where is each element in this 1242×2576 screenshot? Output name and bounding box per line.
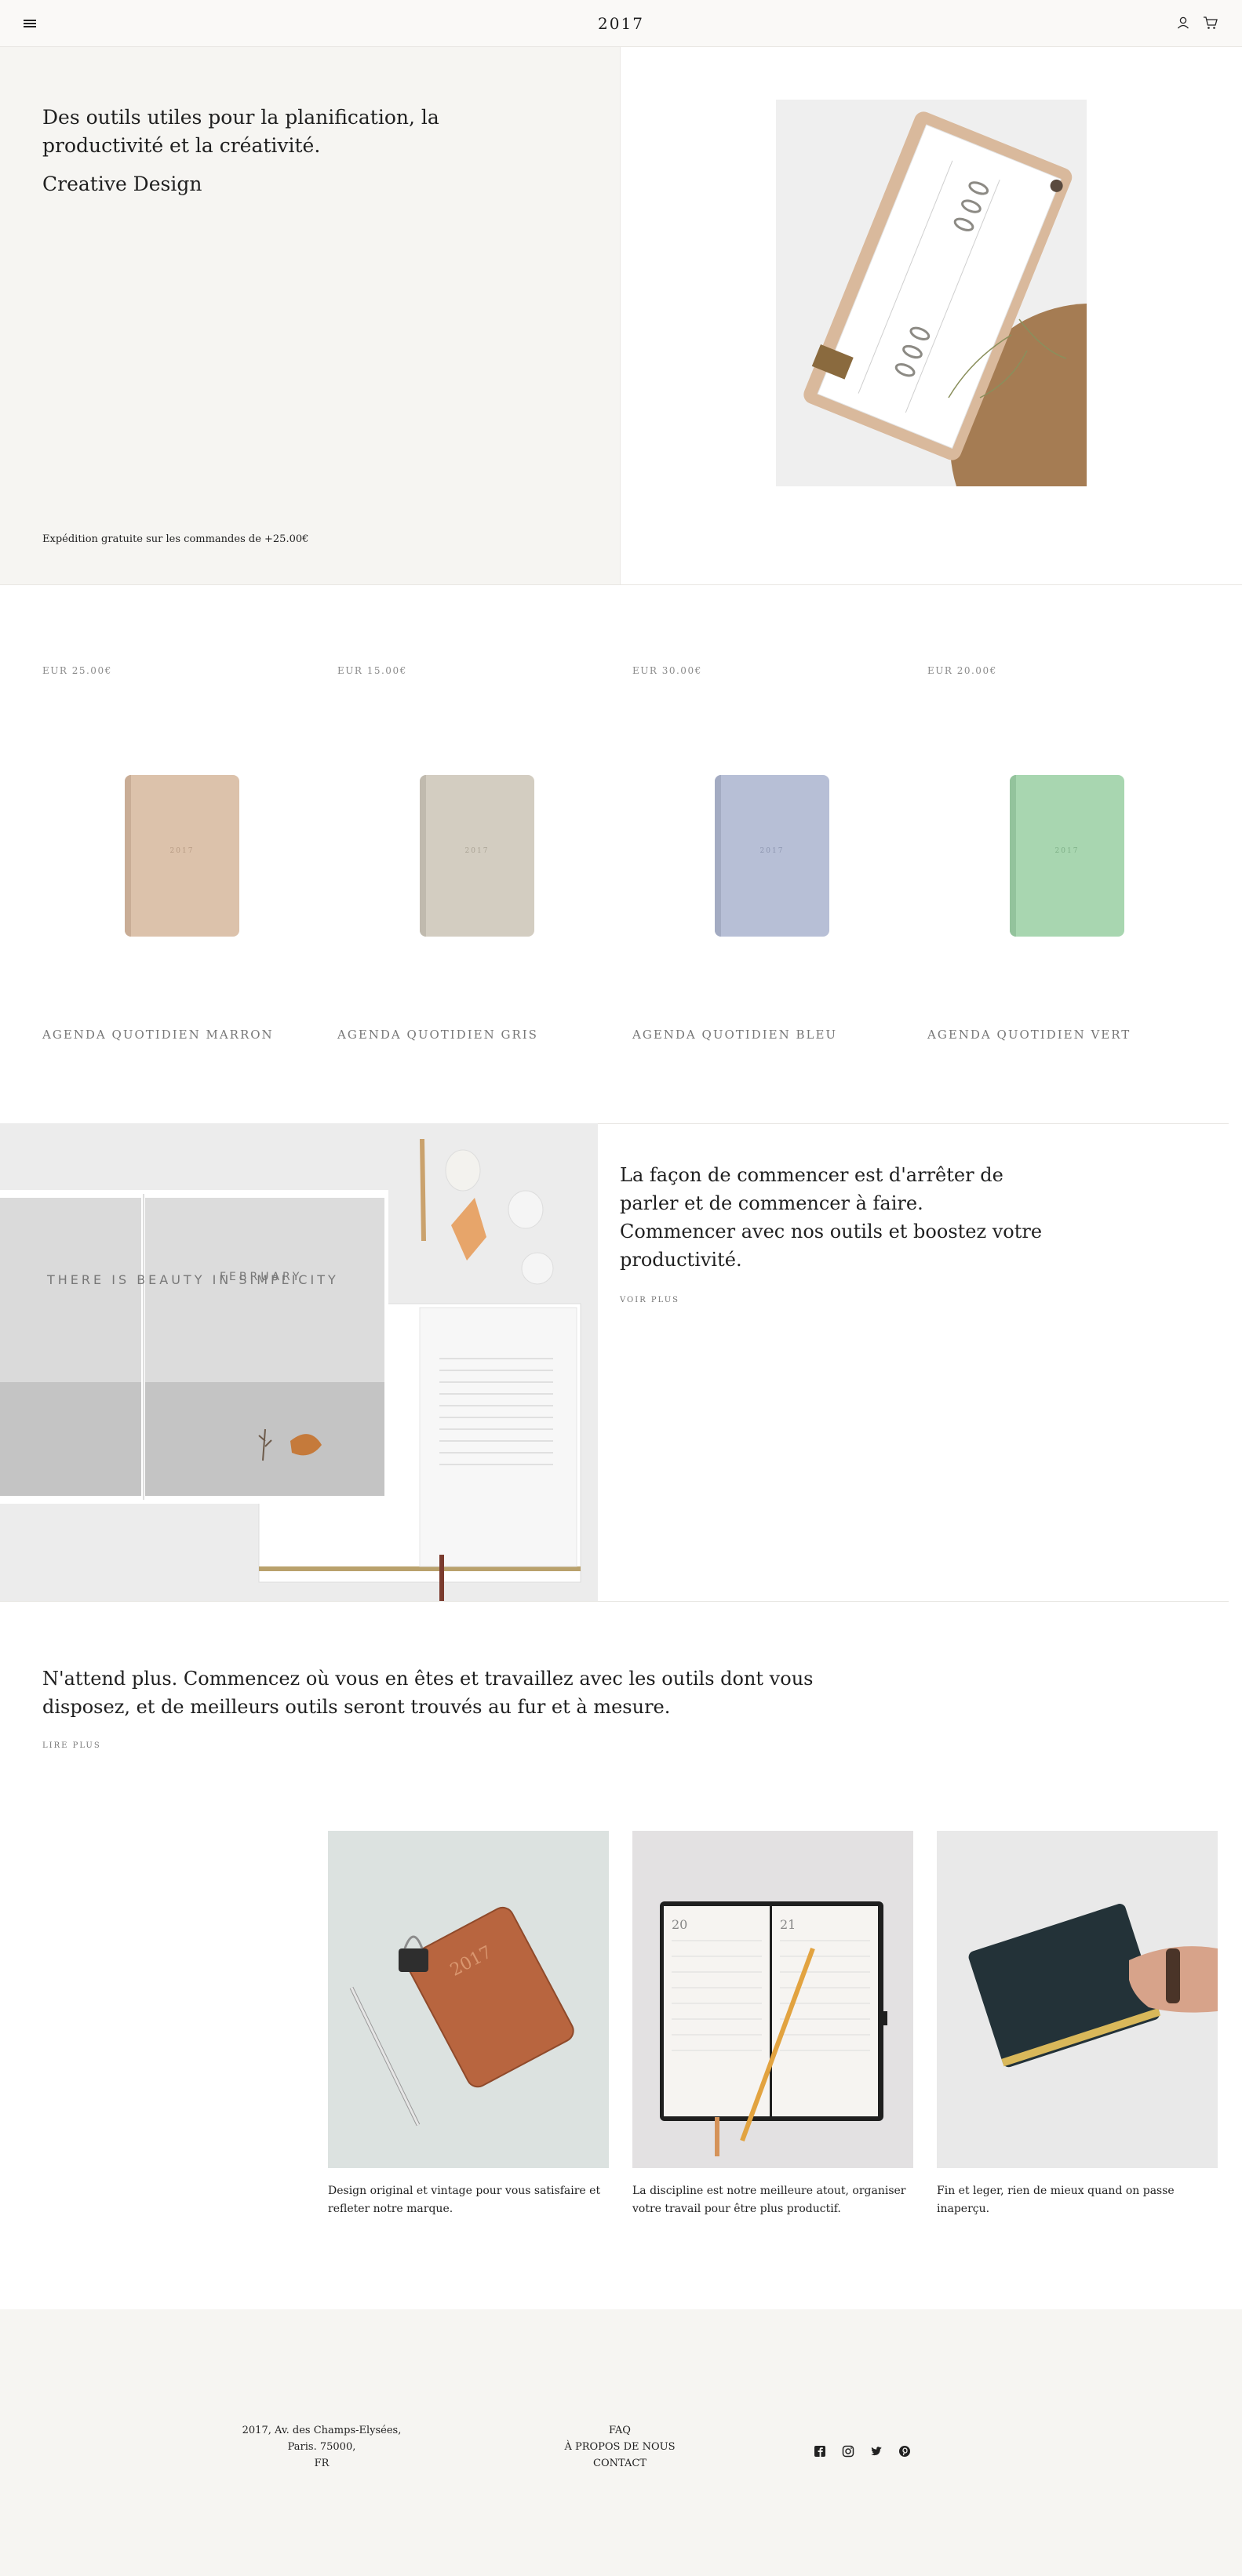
footer-links: FAQ À PROPOS DE NOUS CONTACT	[541, 2422, 698, 2472]
pinterest-icon[interactable]	[898, 2444, 912, 2458]
product-price: EUR 25.00€	[42, 665, 112, 676]
product-card[interactable]: EUR 30.00€ 2017 AGENDA QUOTIDIEN BLEU	[632, 643, 927, 1051]
quote-text: N'attend plus. Commencez où vous en êtes…	[42, 1668, 814, 1718]
address-line: 2017, Av. des Champs-Elysées,	[242, 2425, 402, 2436]
planner-binder-image	[776, 100, 1087, 486]
site-logo[interactable]: 2017	[0, 14, 1242, 33]
notebook-image: 2017	[420, 775, 534, 937]
gallery-caption: La discipline est notre meilleure atout,…	[632, 2185, 906, 2215]
product-name[interactable]: AGENDA QUOTIDIEN GRIS	[337, 1028, 538, 1042]
address-line: FR	[314, 2458, 330, 2469]
leather-notebook-image: 2017	[328, 1831, 609, 2168]
product-card[interactable]: EUR 20.00€ 2017 AGENDA QUOTIDIEN VERT	[927, 643, 1222, 1051]
footer-link-contact[interactable]: CONTACT	[541, 2455, 698, 2472]
divider	[0, 1601, 1229, 1602]
hero-subtitle: Creative Design	[42, 173, 202, 195]
product-price: EUR 15.00€	[337, 665, 407, 676]
quote-section: N'attend plus. Commencez où vous en êtes…	[42, 1665, 905, 1760]
product-price: EUR 20.00€	[927, 665, 997, 676]
diary-page-number: 21	[780, 1917, 796, 1932]
gallery-caption: Design original et vintage pour vous sat…	[328, 2185, 601, 2215]
open-planner-image: THERE IS BEAUTY IN SIMPLICITY FEBRUARY	[0, 1123, 598, 1602]
notebook-cover-text: 2017	[759, 847, 785, 855]
diary-page-number: 20	[672, 1917, 687, 1932]
footer-address: 2017, Av. des Champs-Elysées, Paris. 750…	[235, 2422, 408, 2472]
product-card[interactable]: EUR 15.00€ 2017 AGENDA QUOTIDIEN GRIS	[337, 643, 632, 1051]
notebook-cover-text: 2017	[1054, 847, 1080, 855]
cart-icon[interactable]	[1202, 14, 1219, 31]
product-name[interactable]: AGENDA QUOTIDIEN VERT	[927, 1028, 1131, 1042]
twitter-icon[interactable]	[869, 2444, 883, 2458]
product-card[interactable]: EUR 25.00€ 2017 AGENDA QUOTIDIEN MARRON	[42, 643, 337, 1051]
product-name[interactable]: AGENDA QUOTIDIEN MARRON	[42, 1028, 274, 1042]
divider	[0, 584, 1242, 585]
hand-holding-notebook-image	[937, 1831, 1218, 2168]
site-footer: 2017, Av. des Champs-Elysées, Paris. 750…	[0, 2309, 1242, 2576]
open-diary-image: 20 21	[632, 1831, 913, 2168]
product-name[interactable]: AGENDA QUOTIDIEN BLEU	[632, 1028, 837, 1042]
hero-title: Des outils utiles pour la planification,…	[42, 106, 439, 157]
feature-section: La façon de commencer est d'arrêter de p…	[620, 1161, 1043, 1315]
footer-link-faq[interactable]: FAQ	[541, 2422, 698, 2439]
hero-panel: Des outils utiles pour la planification,…	[0, 47, 621, 585]
notebook-image: 2017	[125, 775, 239, 937]
notebook-image: 2017	[715, 775, 829, 937]
notebook-cover-text: 2017	[464, 847, 490, 855]
feature-text: La façon de commencer est d'arrêter de p…	[620, 1164, 1043, 1271]
product-price: EUR 30.00€	[632, 665, 702, 676]
user-icon[interactable]	[1175, 14, 1192, 31]
lire-plus-link[interactable]: LIRE PLUS	[42, 1732, 905, 1760]
notebook-image: 2017	[1010, 775, 1124, 937]
footer-link-about[interactable]: À PROPOS DE NOUS	[541, 2439, 698, 2455]
address-line: Paris. 75000,	[287, 2441, 356, 2453]
instagram-icon[interactable]	[841, 2444, 855, 2458]
shipping-note: Expédition gratuite sur les commandes de…	[42, 533, 309, 545]
facebook-icon[interactable]	[813, 2444, 827, 2458]
site-header: 2017	[0, 0, 1242, 47]
gallery-caption: Fin et leger, rien de mieux quand on pas…	[937, 2185, 1175, 2215]
image-text-right: FEBRUARY	[220, 1271, 302, 1283]
voir-plus-link[interactable]: VOIR PLUS	[620, 1286, 1043, 1315]
notebook-cover-text: 2017	[169, 847, 195, 855]
